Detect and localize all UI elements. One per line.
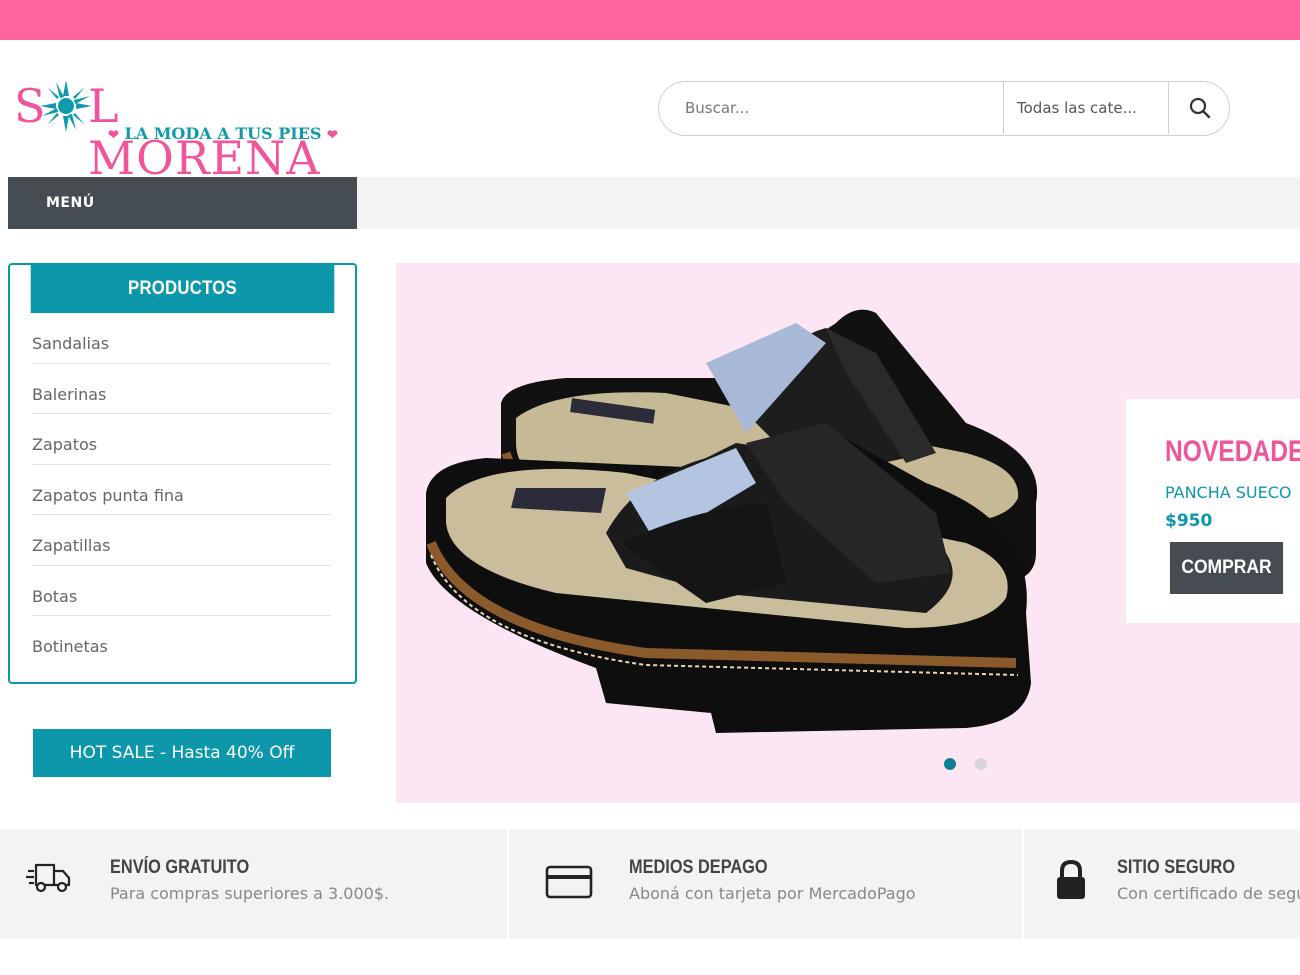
products-list: Sandalias Balerinas Zapatos Zapatos punt… bbox=[10, 313, 355, 667]
sun-icon bbox=[40, 80, 92, 132]
truck-icon bbox=[26, 863, 71, 893]
search-input[interactable] bbox=[659, 82, 1003, 134]
hero-product-name[interactable]: PANCHA SUECO bbox=[1165, 483, 1292, 502]
search-icon bbox=[1189, 97, 1211, 119]
top-bar bbox=[0, 0, 1300, 40]
feature-desc: Con certificado de seguridad bbox=[1117, 884, 1300, 903]
heart-icon: ❤ bbox=[327, 128, 338, 143]
product-category-link[interactable]: Sandalias bbox=[32, 313, 331, 364]
product-image[interactable] bbox=[406, 283, 1046, 763]
logo[interactable]: S L MORENA ❤ LA MODA A TUS PIES ❤ bbox=[14, 78, 338, 184]
feature-title: ENVÍO GRATUITO bbox=[110, 857, 250, 878]
category-select[interactable]: Todas las cate... bbox=[1003, 82, 1169, 134]
feature-desc: Aboná con tarjeta por MercadoPago bbox=[629, 884, 916, 903]
product-category-link[interactable]: Botinetas bbox=[32, 616, 331, 667]
feature-payment: MEDIOS DEPAGO Aboná con tarjeta por Merc… bbox=[507, 829, 1022, 939]
tagline-text: LA MODA A TUS PIES bbox=[124, 124, 322, 143]
product-category-link[interactable]: Botas bbox=[32, 566, 331, 616]
product-category-link[interactable]: Zapatillas bbox=[32, 515, 331, 566]
slider-dot-active[interactable] bbox=[944, 758, 956, 770]
feature-title: MEDIOS DEPAGO bbox=[629, 857, 768, 878]
feature-desc: Para compras superiores a 3.000$. bbox=[110, 884, 390, 903]
menu-button[interactable]: MENÚ bbox=[8, 177, 357, 229]
search-button[interactable] bbox=[1171, 82, 1229, 134]
hero-kicker: NOVEDADES bbox=[1165, 435, 1300, 468]
hot-sale-button[interactable]: HOT SALE - Hasta 40% Off bbox=[33, 729, 331, 777]
heart-icon: ❤ bbox=[108, 128, 119, 143]
lock-icon bbox=[1057, 859, 1085, 899]
features-bar: ENVÍO GRATUITO Para compras superiores a… bbox=[0, 829, 1300, 939]
products-panel: PRODUCTOS Sandalias Balerinas Zapatos Za… bbox=[8, 263, 357, 684]
slider-dot[interactable] bbox=[975, 758, 987, 770]
products-title: PRODUCTOS bbox=[30, 265, 335, 313]
search-bar: Todas las cate... bbox=[658, 81, 1230, 136]
feature-title: SITIO SEGURO bbox=[1117, 857, 1236, 878]
feature-secure: SITIO SEGURO Con certificado de segurida… bbox=[1022, 829, 1300, 939]
hero-card: NOVEDADES PANCHA SUECO $950 COMPRAR bbox=[1126, 399, 1300, 623]
product-category-link[interactable]: Balerinas bbox=[32, 364, 331, 414]
hero-slider: NOVEDADES PANCHA SUECO $950 COMPRAR bbox=[396, 263, 1300, 803]
logo-tagline: ❤ LA MODA A TUS PIES ❤ bbox=[108, 124, 338, 143]
nav-bar bbox=[357, 177, 1300, 229]
feature-shipping: ENVÍO GRATUITO Para compras superiores a… bbox=[0, 829, 507, 939]
hero-price: $950 bbox=[1165, 511, 1213, 531]
credit-card-icon bbox=[545, 865, 593, 899]
product-category-link[interactable]: Zapatos punta fina bbox=[32, 465, 331, 515]
buy-button[interactable]: COMPRAR bbox=[1169, 542, 1284, 594]
product-category-link[interactable]: Zapatos bbox=[32, 414, 331, 465]
